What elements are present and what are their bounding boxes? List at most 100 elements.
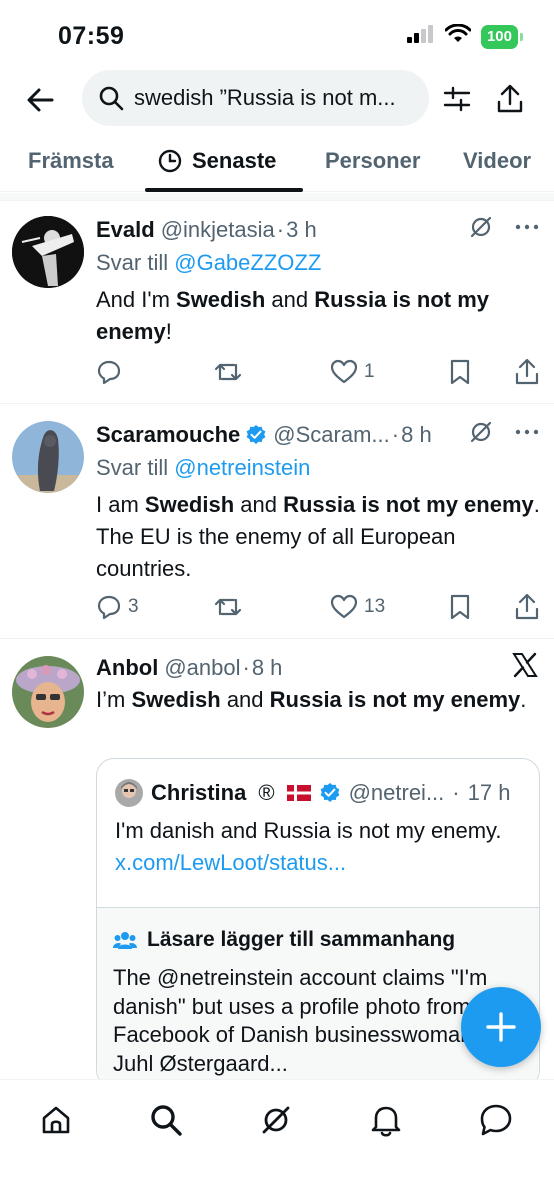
grok-icon[interactable] [468,419,494,445]
quote-text: I'm danish and Russia is not my enemy. x… [115,818,502,875]
reply-count: 3 [128,596,139,617]
quote-author-name: Christina [151,780,247,805]
heart-icon [330,359,358,384]
chat-bubble-icon [480,1104,512,1136]
nav-explore[interactable] [146,1100,186,1140]
reply-prefix: Svar till [96,455,169,480]
tab-personer[interactable]: Personer [325,148,420,174]
reply-button[interactable]: 3 [96,594,139,620]
battery-indicator: 100 [480,24,524,49]
separator-dot: · [391,422,400,447]
reply-mention[interactable]: @GabeZZOZZ [174,250,321,275]
tweet[interactable]: Scaramouche @Scaram... · 8 h Svar till @… [0,405,554,639]
nav-home[interactable] [36,1100,76,1140]
avatar[interactable] [12,421,84,493]
reply-mention[interactable]: @netreinstein [174,455,310,480]
quote-avatar [115,779,143,807]
tweet-header-actions [468,214,540,240]
repost-button[interactable] [214,594,242,620]
share-icon [497,84,523,113]
tweet[interactable]: Evald @inkjetasia · 3 h Svar till @GabeZ… [0,202,554,404]
share-icon [515,594,539,620]
like-button[interactable]: 13 [330,594,385,620]
clock-icon [158,149,182,173]
section-divider [0,193,554,201]
tweet-time: 8 h [251,655,283,680]
bookmark-icon [450,594,470,620]
registered-mark: ® [258,780,275,805]
tweet-text: I’m Swedish and Russia is not my enemy. [96,687,527,712]
separator-dot: · [452,780,460,805]
separator-dot: · [276,217,285,242]
bookmark-button[interactable] [448,359,472,385]
author-handle[interactable]: @inkjetasia [161,217,275,243]
reply-context: Svar till @netreinstein [96,451,540,485]
nav-messages[interactable] [476,1100,516,1140]
share-button[interactable] [514,359,540,385]
like-count: 13 [364,596,386,617]
quote-time: 17 h [467,780,511,805]
repost-button[interactable] [214,359,242,385]
signal-icon [406,25,435,48]
quote-author-handle: @netrei... [348,780,445,805]
tweet-header-actions [468,419,540,445]
author-name[interactable]: Anbol [96,655,158,681]
search-input[interactable]: swedish ”Russia is not m... [82,70,429,126]
author-name[interactable]: Evald [96,217,155,243]
share-search-button[interactable] [496,84,524,119]
tweet-header: Anbol @anbol · 8 h [96,652,540,684]
search-header: swedish ”Russia is not m... [0,70,554,128]
reply-prefix: Svar till [96,250,169,275]
author-name[interactable]: Scaramouche [96,422,240,448]
share-icon [515,359,539,385]
status-icons: 100 [406,23,524,49]
search-filter-button[interactable] [442,84,472,119]
tab-videor[interactable]: Videor [463,148,531,174]
home-icon [42,1106,70,1134]
quote-link[interactable]: x.com/LewLoot/status... [115,850,346,875]
community-notes-title: Läsare lägger till sammanhang [113,928,455,952]
like-button[interactable]: 1 [330,359,375,385]
status-bar: 07:59 100 [0,0,554,70]
back-button[interactable] [22,82,58,118]
x-logo-icon[interactable] [512,652,538,678]
verified-badge-icon [320,783,339,802]
bell-icon [371,1106,401,1137]
tweet-content: Anbol @anbol · 8 h I’m Swedish and Russi… [96,652,540,716]
repost-icon [214,598,242,616]
author-handle[interactable]: @Scaram... [273,422,389,448]
bookmark-icon [450,359,470,385]
share-button[interactable] [514,594,540,620]
bookmark-button[interactable] [448,594,472,620]
compose-button[interactable] [461,987,541,1067]
active-tab-indicator [145,188,303,192]
reply-context: Svar till @GabeZZOZZ [96,246,540,280]
author-handle[interactable]: @anbol [164,655,240,681]
search-icon [151,1105,182,1136]
tab-framsta[interactable]: Främsta [28,148,114,174]
tweet-content: Evald @inkjetasia · 3 h Svar till @GabeZ… [96,214,540,348]
status-time: 07:59 [58,22,125,50]
more-options-icon[interactable] [514,419,540,445]
search-icon [99,86,124,111]
nav-grok[interactable] [256,1100,296,1140]
more-options-icon[interactable] [514,214,540,240]
avatar[interactable] [12,656,84,728]
tab-senaste[interactable]: Senaste [158,148,276,174]
reply-icon [97,595,121,620]
quote-header: Christina ® @netrei... · 17 h [115,779,510,807]
reply-button[interactable] [96,359,128,385]
reply-icon [97,360,121,385]
tweet-content: Scaramouche @Scaram... · 8 h Svar till @… [96,419,540,585]
avatar[interactable] [12,216,84,288]
heart-icon [330,594,358,619]
grok-icon[interactable] [468,214,494,240]
tweet-header-actions [512,652,538,678]
sliders-icon [443,86,471,112]
nav-notifications[interactable] [366,1100,406,1140]
tweet-text: I am Swedish and Russia is not my enemy.… [96,492,540,581]
tweet-text: And I'm Swedish and Russia is not my ene… [96,287,490,344]
repost-icon [214,363,242,381]
denmark-flag-icon [286,785,311,801]
verified-badge-icon [246,425,266,444]
